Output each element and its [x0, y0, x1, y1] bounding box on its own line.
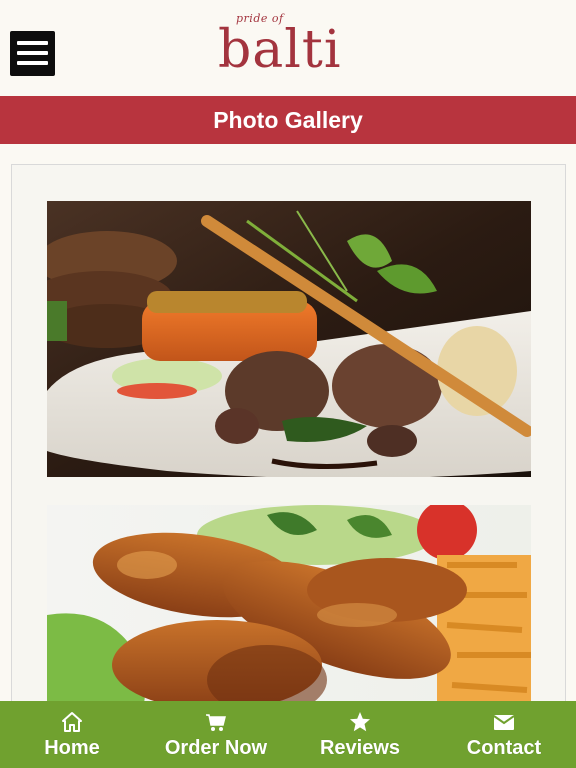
logo[interactable]: pride of balti	[218, 12, 360, 80]
hamburger-menu-icon[interactable]	[10, 31, 55, 76]
nav-order-now[interactable]: Order Now	[144, 701, 288, 768]
nav-home[interactable]: Home	[0, 701, 144, 768]
photo-gallery	[11, 164, 566, 724]
app-header: pride of balti	[0, 0, 576, 96]
logo-wordmark: balti	[218, 20, 342, 80]
bottom-navigation: Home Order Now Reviews Contact	[0, 701, 576, 768]
home-icon	[62, 712, 82, 732]
menu-line	[17, 51, 48, 55]
menu-line	[17, 61, 48, 65]
nav-reviews-label: Reviews	[319, 737, 401, 759]
envelope-icon	[493, 715, 515, 730]
star-icon	[350, 712, 370, 732]
nav-contact[interactable]: Contact	[432, 701, 576, 768]
page-title: Photo Gallery	[0, 96, 576, 144]
gallery-photo-lamb[interactable]	[47, 201, 531, 477]
nav-reviews[interactable]: Reviews	[288, 701, 432, 768]
nav-contact-label: Contact	[466, 737, 542, 759]
cart-icon	[206, 714, 226, 731]
menu-line	[17, 41, 48, 45]
nav-home-label: Home	[44, 737, 100, 759]
gallery-photo-chicken[interactable]	[47, 505, 531, 723]
nav-order-now-label: Order Now	[164, 737, 268, 759]
